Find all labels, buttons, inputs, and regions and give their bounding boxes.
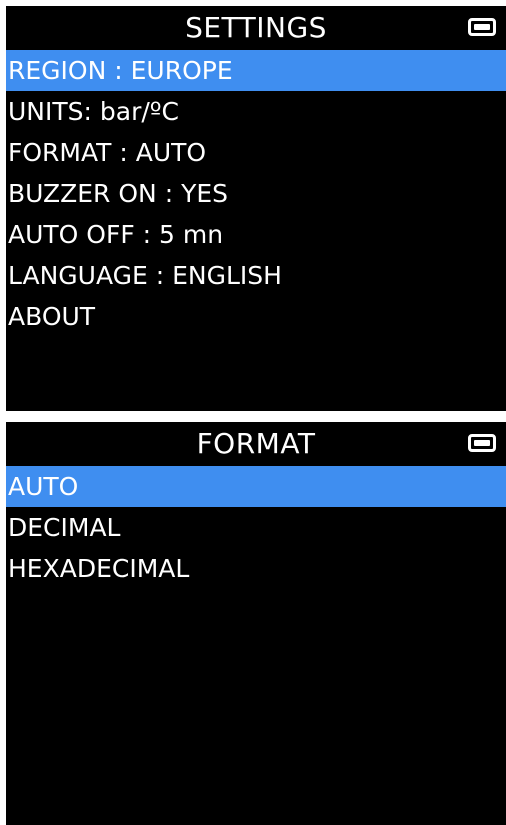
settings-title: SETTINGS <box>185 11 327 44</box>
battery-icon <box>468 434 496 452</box>
format-header: FORMAT <box>6 422 506 466</box>
menu-item-language[interactable]: LANGUAGE : ENGLISH <box>6 255 506 296</box>
menu-item-auto-off[interactable]: AUTO OFF : 5 mn <box>6 214 506 255</box>
format-title: FORMAT <box>196 427 316 460</box>
menu-item-hexadecimal[interactable]: HEXADECIMAL <box>6 548 506 589</box>
format-screen: FORMAT AUTO DECIMAL HEXADECIMAL <box>6 422 506 825</box>
battery-icon <box>468 18 496 36</box>
format-menu: AUTO DECIMAL HEXADECIMAL <box>6 466 506 589</box>
settings-menu: REGION : EUROPE UNITS: bar/ºC FORMAT : A… <box>6 50 506 337</box>
menu-item-format[interactable]: FORMAT : AUTO <box>6 132 506 173</box>
menu-item-units[interactable]: UNITS: bar/ºC <box>6 91 506 132</box>
menu-item-buzzer[interactable]: BUZZER ON : YES <box>6 173 506 214</box>
settings-header: SETTINGS <box>6 6 506 50</box>
menu-item-about[interactable]: ABOUT <box>6 296 506 337</box>
menu-item-region[interactable]: REGION : EUROPE <box>6 50 506 91</box>
settings-screen: SETTINGS REGION : EUROPE UNITS: bar/ºC F… <box>6 6 506 411</box>
menu-item-decimal[interactable]: DECIMAL <box>6 507 506 548</box>
menu-item-auto[interactable]: AUTO <box>6 466 506 507</box>
